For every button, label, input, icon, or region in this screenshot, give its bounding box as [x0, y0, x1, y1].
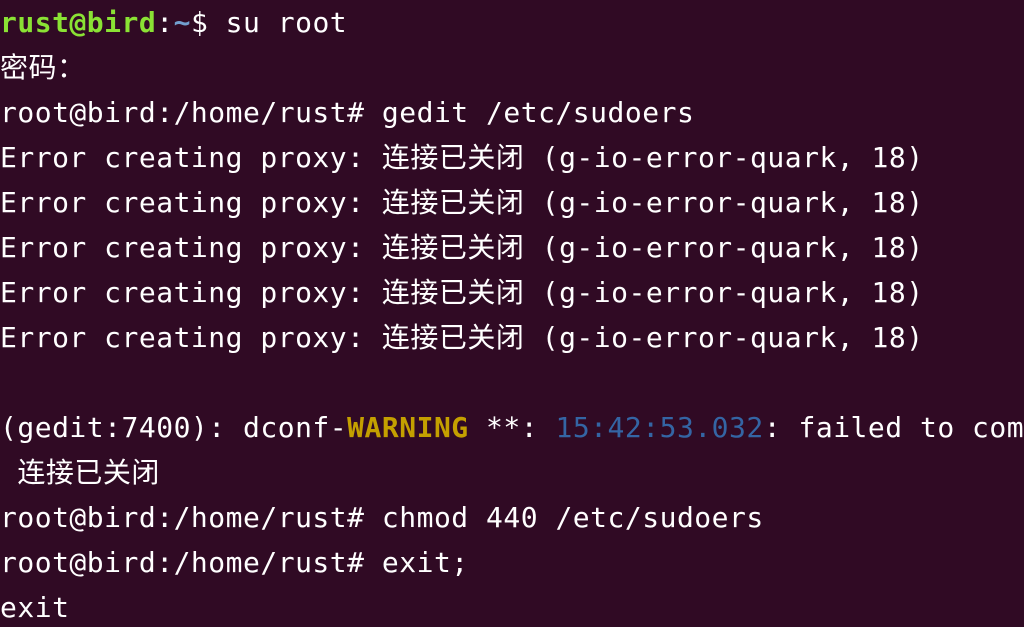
- password-label: 密码：: [0, 51, 86, 84]
- warning-line: (gedit:7400): dconf-WARNING **: 15:42:53…: [0, 405, 1024, 450]
- error-line: Error creating proxy: 连接已关闭 (g-io-error-…: [0, 270, 1024, 315]
- error-text: Error creating proxy: 连接已关闭 (g-io-error-…: [0, 231, 924, 264]
- root-prompt: root@bird:/home/rust#: [0, 501, 382, 534]
- error-text: Error creating proxy: 连接已关闭 (g-io-error-…: [0, 141, 924, 174]
- exit-text: exit: [0, 591, 70, 624]
- prompt-line-exit: root@bird:/home/rust# exit;: [0, 540, 1024, 585]
- command-text: gedit /etc/sudoers: [381, 96, 695, 129]
- prompt-line-gedit: root@bird:/home/rust# gedit /etc/sudoers: [0, 90, 1024, 135]
- error-text: Error creating proxy: 连接已关闭 (g-io-error-…: [0, 321, 924, 354]
- warning-timestamp: 15:42:53.032: [555, 411, 764, 444]
- prompt-line-chmod: root@bird:/home/rust# chmod 440 /etc/sud…: [0, 495, 1024, 540]
- warning-cont-text: 连接已关闭: [0, 456, 160, 489]
- error-text: Error creating proxy: 连接已关闭 (g-io-error-…: [0, 186, 924, 219]
- prompt-path: ~: [173, 6, 191, 39]
- root-prompt: root@bird:/home/rust#: [0, 546, 382, 579]
- exit-output: exit: [0, 585, 1024, 627]
- error-line: Error creating proxy: 连接已关闭 (g-io-error-…: [0, 225, 1024, 270]
- warning-stars: **:: [468, 411, 556, 444]
- warning-message: : failed to comm: [763, 411, 1024, 444]
- command-text: exit;: [381, 546, 469, 579]
- prompt-line-su: rust@bird:~$ su root: [0, 0, 1024, 45]
- error-text: Error creating proxy: 连接已关闭 (g-io-error-…: [0, 276, 924, 309]
- terminal-window[interactable]: rust@bird:~$ su root 密码： root@bird:/home…: [0, 0, 1024, 627]
- prompt-dollar: $: [190, 6, 209, 39]
- error-line: Error creating proxy: 连接已关闭 (g-io-error-…: [0, 315, 1024, 360]
- warning-prefix: (gedit:7400): dconf-: [0, 411, 348, 444]
- warning-continuation: 连接已关闭: [0, 450, 1024, 495]
- password-prompt: 密码：: [0, 45, 1024, 90]
- root-prompt: root@bird:/home/rust#: [0, 96, 382, 129]
- prompt-colon: :: [156, 6, 174, 39]
- error-line: Error creating proxy: 连接已关闭 (g-io-error-…: [0, 135, 1024, 180]
- error-line: Error creating proxy: 连接已关闭 (g-io-error-…: [0, 180, 1024, 225]
- command-text: chmod 440 /etc/sudoers: [381, 501, 764, 534]
- command-text: su root: [208, 6, 348, 39]
- warning-level: WARNING: [347, 411, 469, 444]
- prompt-user-host: rust@bird: [0, 6, 157, 39]
